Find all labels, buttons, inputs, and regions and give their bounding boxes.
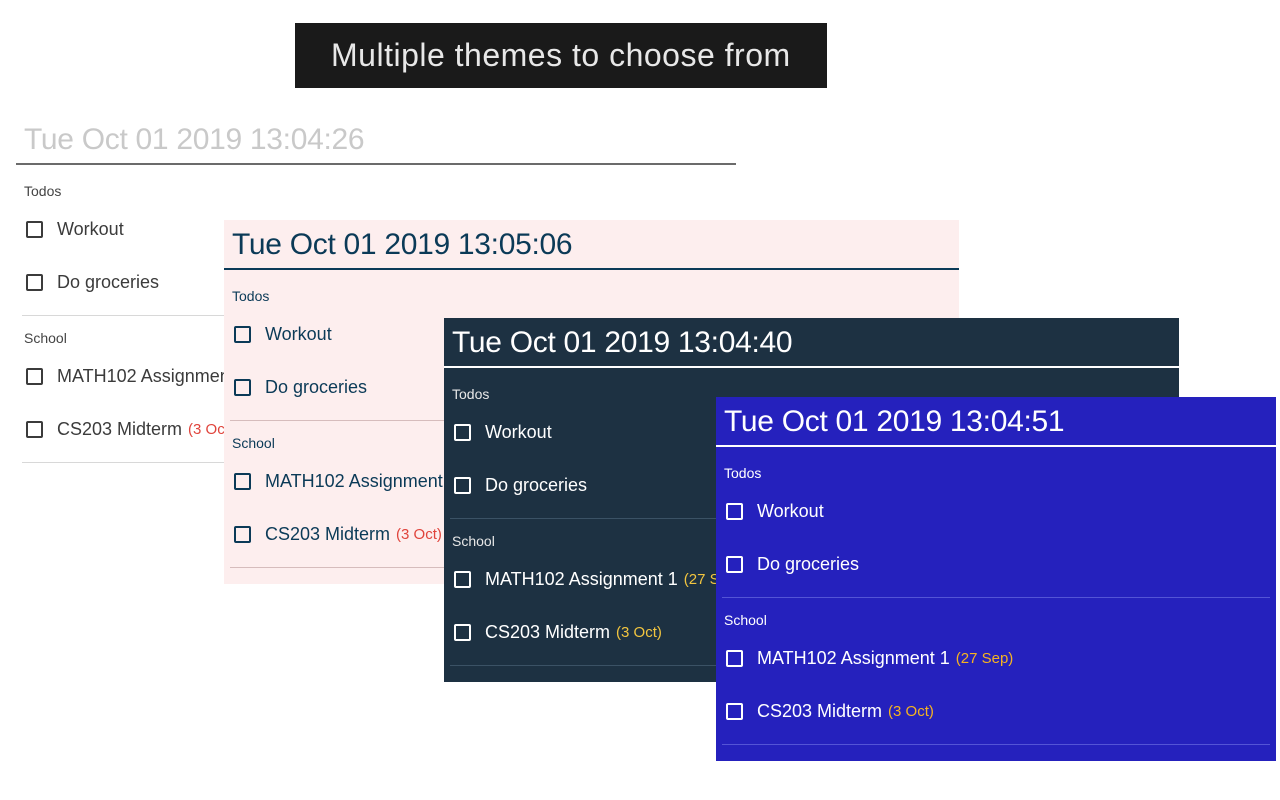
todo-label: MATH102 Assignment 1: [757, 648, 950, 669]
due-date: (3 Oct): [888, 703, 934, 720]
datetime-display: Tue Oct 01 2019 13:04:26: [16, 123, 736, 165]
datetime-display: Tue Oct 01 2019 13:05:06: [224, 228, 959, 270]
due-date: (27 Sep): [956, 650, 1014, 667]
todo-label: MATH102 Assignment 1: [265, 471, 458, 492]
todo-item[interactable]: MATH102 Assignment 1 (27 Sep): [716, 638, 1276, 679]
checkbox-icon[interactable]: [454, 477, 471, 494]
section-heading-todos: Todos: [716, 461, 1276, 491]
checkbox-icon[interactable]: [234, 326, 251, 343]
checkbox-icon[interactable]: [726, 703, 743, 720]
todo-item[interactable]: Do groceries: [716, 544, 1276, 585]
section-heading-school: School: [716, 608, 1276, 638]
checkbox-icon[interactable]: [234, 526, 251, 543]
todo-label: Workout: [57, 219, 124, 240]
checkbox-icon[interactable]: [234, 379, 251, 396]
section-divider: [722, 597, 1270, 598]
todo-label: CS203 Midterm: [757, 701, 882, 722]
todo-label: Do groceries: [265, 377, 367, 398]
section-heading-todos: Todos: [224, 284, 959, 314]
todo-label: Workout: [757, 501, 824, 522]
todo-item[interactable]: Workout: [716, 491, 1276, 532]
checkbox-icon[interactable]: [26, 274, 43, 291]
datetime-display: Tue Oct 01 2019 13:04:51: [716, 405, 1276, 447]
due-date: (3 Oct): [396, 526, 442, 543]
page-title-banner: Multiple themes to choose from: [295, 23, 827, 88]
checkbox-icon[interactable]: [454, 571, 471, 588]
checkbox-icon[interactable]: [726, 503, 743, 520]
checkbox-icon[interactable]: [26, 368, 43, 385]
todo-label: Workout: [485, 422, 552, 443]
todo-label: Workout: [265, 324, 332, 345]
todo-label: MATH102 Assignment 1: [57, 366, 250, 387]
todo-label: CS203 Midterm: [57, 419, 182, 440]
checkbox-icon[interactable]: [454, 624, 471, 641]
checkbox-icon[interactable]: [234, 473, 251, 490]
checkbox-icon[interactable]: [726, 650, 743, 667]
checkbox-icon[interactable]: [26, 221, 43, 238]
checkbox-icon[interactable]: [454, 424, 471, 441]
todo-label: Do groceries: [757, 554, 859, 575]
section-divider: [722, 744, 1270, 745]
due-date: (3 Oct): [616, 624, 662, 641]
todo-label: MATH102 Assignment 1: [485, 569, 678, 590]
section-heading-todos: Todos: [16, 179, 736, 209]
checkbox-icon[interactable]: [726, 556, 743, 573]
todo-label: CS203 Midterm: [265, 524, 390, 545]
todo-item[interactable]: CS203 Midterm (3 Oct): [716, 691, 1276, 732]
checkbox-icon[interactable]: [26, 421, 43, 438]
todo-label: Do groceries: [485, 475, 587, 496]
datetime-display: Tue Oct 01 2019 13:04:40: [444, 326, 1179, 368]
theme-preview-blue: Tue Oct 01 2019 13:04:51 Todos Workout D…: [716, 397, 1276, 761]
todo-label: CS203 Midterm: [485, 622, 610, 643]
todo-label: Do groceries: [57, 272, 159, 293]
